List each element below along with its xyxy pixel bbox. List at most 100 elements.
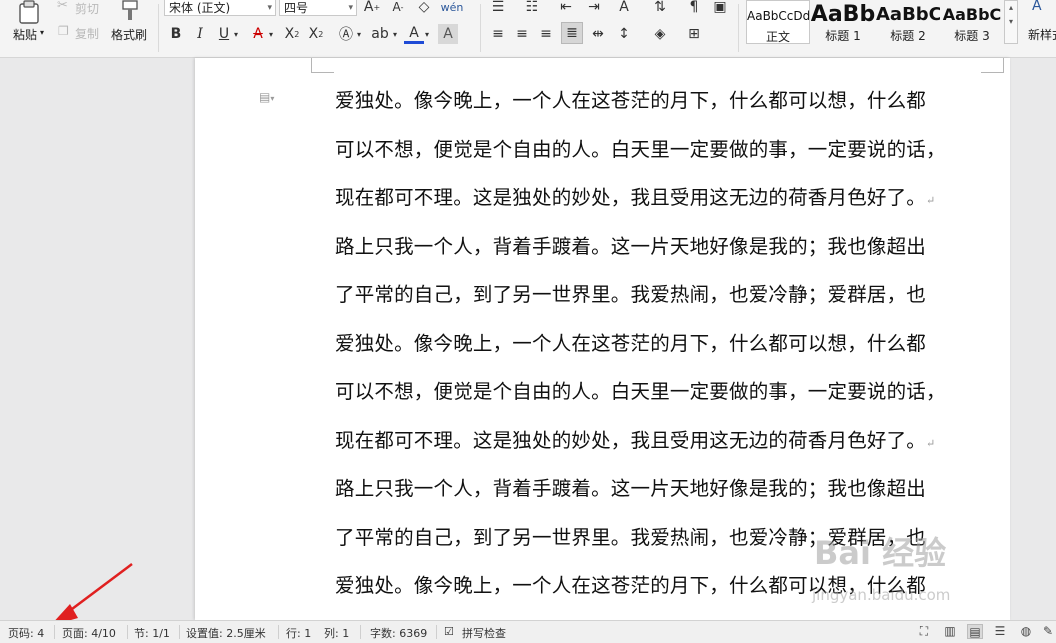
divider bbox=[278, 625, 279, 639]
cut-button[interactable]: ✂ 剪切 bbox=[57, 0, 105, 16]
superscript-icon[interactable]: X2 bbox=[282, 24, 302, 44]
style-name: 标题 3 bbox=[954, 29, 990, 43]
chevron-down-icon[interactable]: ▾ bbox=[231, 24, 241, 44]
increase-indent-icon[interactable]: ⇥ bbox=[584, 0, 604, 17]
ribbon-toolbar: 粘贴 ▾ ✂ 剪切 ❐ 复制 格式刷 宋体 (正文) ▾ 四号 ▾ A + A- … bbox=[0, 0, 1056, 58]
document-area[interactable]: ▤▾ 爱独处。像今晚上，一个人在这苍茫的月下，什么都可以想，什么都 可以不想，便… bbox=[0, 58, 1056, 626]
copy-icon: ❐ bbox=[58, 24, 69, 38]
shading-icon[interactable]: ◈ bbox=[650, 24, 670, 44]
status-bar: 页码: 4 页面: 4/10 节: 1/1 设置值: 2.5厘米 行: 1 列:… bbox=[0, 620, 1056, 643]
text-line: 路上只我一个人，背着手踱着。这一片天地好像是我的；我也像超出 bbox=[335, 234, 927, 258]
scissors-icon: ✂ bbox=[57, 0, 68, 13]
fullscreen-icon[interactable]: ⛶ bbox=[916, 624, 932, 639]
style-preview: AaBbC bbox=[876, 4, 940, 25]
paragraph-options-icon[interactable]: ▤▾ bbox=[259, 90, 274, 104]
text-line: 爱独处。像今晚上，一个人在这苍茫的月下，什么都可以想，什么都 bbox=[335, 331, 927, 355]
style-heading-3[interactable]: AaBbC 标题 3 bbox=[940, 0, 1004, 44]
web-layout-icon[interactable]: ◍ bbox=[1018, 624, 1034, 639]
spell-check-icon: ☑ bbox=[444, 625, 454, 638]
styles-icon: A bbox=[1032, 0, 1042, 14]
font-size-select[interactable]: 四号 ▾ bbox=[279, 0, 357, 16]
style-name: 标题 2 bbox=[890, 29, 926, 43]
text-line: 了平常的自己，到了另一世界里。我爱热闹，也爱冷静；爱群居，也 bbox=[335, 283, 927, 306]
clipboard-icon bbox=[19, 0, 39, 24]
status-page-count[interactable]: 页面: 4/10 bbox=[62, 625, 116, 641]
paste-button[interactable]: 粘贴 ▾ bbox=[8, 0, 48, 44]
brush-icon bbox=[122, 0, 138, 20]
status-column[interactable]: 列: 1 bbox=[324, 625, 349, 641]
text-line: 爱独处。像今晚上，一个人在这苍茫的月下，什么都可以想，什么都 bbox=[335, 89, 927, 112]
spell-check-label: 拼写检查 bbox=[462, 627, 506, 640]
format-painter-label: 格式刷 bbox=[111, 28, 148, 42]
numbered-list-icon[interactable]: ☷ bbox=[522, 0, 542, 17]
strikethrough-icon[interactable]: A bbox=[248, 24, 268, 44]
sort-icon[interactable]: ⇅ bbox=[650, 0, 670, 17]
chevron-down-icon: ▾ bbox=[40, 28, 45, 37]
style-name: 标题 1 bbox=[825, 29, 861, 43]
divider bbox=[127, 625, 128, 639]
style-preview: AaBbC bbox=[942, 5, 1002, 24]
reading-mode-icon[interactable]: ▥ bbox=[942, 624, 958, 639]
chevron-down-icon: ▾ bbox=[1008, 17, 1013, 26]
font-size-value: 四号 bbox=[284, 1, 309, 15]
distributed-icon[interactable]: ⇹ bbox=[588, 24, 608, 44]
bold-icon[interactable]: B bbox=[166, 24, 186, 44]
show-marks-icon[interactable]: ¶ bbox=[684, 0, 704, 17]
bullet-list-icon[interactable]: ☰ bbox=[488, 0, 508, 17]
status-section[interactable]: 节: 1/1 bbox=[134, 625, 170, 641]
justify-icon[interactable]: ≣ bbox=[561, 22, 583, 44]
status-word-count[interactable]: 字数: 6369 bbox=[370, 625, 427, 641]
highlight-icon[interactable]: ab bbox=[370, 24, 390, 44]
font-color-icon[interactable]: A bbox=[404, 24, 424, 44]
margin-corner-right bbox=[981, 58, 1004, 73]
char-shading-icon[interactable]: A bbox=[438, 24, 458, 44]
divider bbox=[54, 625, 55, 639]
align-center-icon[interactable]: ≡ bbox=[512, 24, 532, 44]
chevron-down-icon[interactable]: ▾ bbox=[422, 24, 432, 44]
status-setting-value[interactable]: 设置值: 2.5厘米 bbox=[186, 625, 266, 641]
document-page[interactable]: ▤▾ 爱独处。像今晚上，一个人在这苍茫的月下，什么都可以想，什么都 可以不想，便… bbox=[195, 58, 1010, 620]
chevron-down-icon[interactable]: ▾ bbox=[390, 24, 400, 44]
text-line: 可以不想，便觉是个自由的人。白天里一定要做的事，一定要说的话， bbox=[335, 380, 946, 403]
paragraph-mark: ↵ bbox=[926, 194, 936, 207]
style-heading-2[interactable]: AaBbC 标题 2 bbox=[876, 0, 940, 44]
grow-font-icon[interactable]: A + bbox=[362, 0, 382, 17]
text-effect-icon[interactable]: Ⓐ bbox=[336, 24, 356, 44]
phonetic-guide-icon[interactable]: wén bbox=[441, 0, 464, 17]
new-style-button[interactable]: A 新样式 bbox=[1024, 0, 1056, 44]
shrink-font-icon[interactable]: A- bbox=[388, 0, 408, 17]
decrease-indent-icon[interactable]: ⇤ bbox=[556, 0, 576, 17]
font-name-select[interactable]: 宋体 (正文) ▾ bbox=[164, 0, 276, 16]
new-style-label: 新样式 bbox=[1028, 28, 1056, 42]
copy-button[interactable]: ❐ 复制 bbox=[57, 24, 105, 41]
write-mode-icon[interactable]: ✎ bbox=[1040, 624, 1056, 639]
watermark: Bai 经验 jingyan.baidu.com bbox=[800, 528, 1005, 620]
chevron-down-icon[interactable]: ▾ bbox=[266, 24, 276, 44]
status-page-number[interactable]: 页码: 4 bbox=[8, 625, 44, 641]
chinese-layout-icon[interactable]: A bbox=[614, 0, 634, 17]
clear-format-icon[interactable]: ◇ bbox=[414, 0, 434, 17]
format-painter-button[interactable]: 格式刷 bbox=[110, 0, 152, 44]
divider bbox=[738, 4, 739, 52]
margin-corner-left bbox=[311, 58, 334, 73]
text-line-content: 现在都可不理。这是独处的妙处，我且受用这无边的荷香月色好了。 bbox=[335, 428, 927, 452]
page-view-icon[interactable]: ▤ bbox=[967, 624, 983, 639]
style-normal[interactable]: AaBbCcDd 正文 bbox=[746, 0, 810, 44]
borders-icon[interactable]: ⊞ bbox=[684, 24, 704, 44]
style-name: 正文 bbox=[765, 30, 790, 44]
line-spacing-icon[interactable]: ↕ bbox=[614, 24, 634, 44]
style-heading-1[interactable]: AaBb 标题 1 bbox=[810, 0, 876, 44]
style-preview: AaBbCcDd bbox=[747, 9, 809, 23]
paste-label: 粘贴 bbox=[13, 28, 38, 42]
status-row[interactable]: 行: 1 bbox=[286, 625, 311, 641]
subscript-icon[interactable]: X2 bbox=[306, 24, 326, 44]
divider bbox=[480, 4, 481, 52]
chevron-down-icon[interactable]: ▾ bbox=[354, 24, 364, 44]
outline-view-icon[interactable]: ☰ bbox=[992, 624, 1008, 639]
italic-icon[interactable]: I bbox=[190, 24, 210, 44]
align-left-icon[interactable]: ≡ bbox=[488, 24, 508, 44]
divider bbox=[436, 625, 437, 639]
table-layout-icon[interactable]: ▣ bbox=[710, 0, 730, 17]
align-right-icon[interactable]: ≡ bbox=[536, 24, 556, 44]
styles-scroll[interactable]: ▴ ▾ bbox=[1004, 0, 1018, 44]
